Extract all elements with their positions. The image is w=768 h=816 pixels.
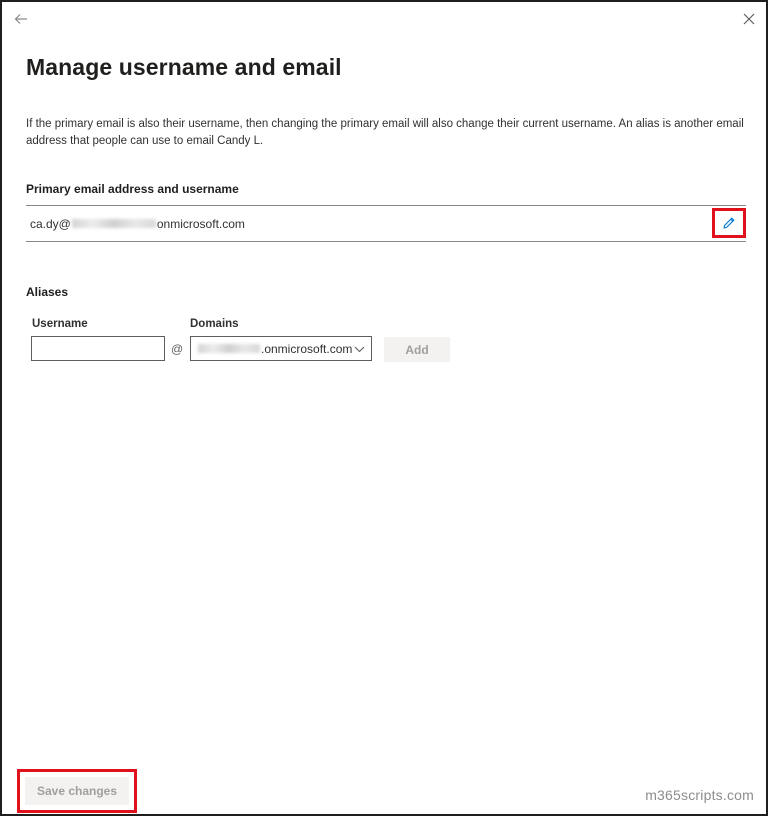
close-icon — [743, 13, 755, 25]
chevron-down-icon — [354, 346, 364, 352]
domain-dropdown[interactable]: .onmicrosoft.com — [190, 336, 372, 361]
primary-email-label: Primary email address and username — [26, 182, 239, 196]
save-changes-button[interactable]: Save changes — [25, 777, 129, 805]
alias-username-input[interactable] — [31, 336, 165, 361]
domain-selected-value: .onmicrosoft.com — [261, 341, 353, 356]
primary-email-suffix: onmicrosoft.com — [156, 216, 245, 231]
watermark: m365scripts.com — [645, 787, 754, 803]
close-button[interactable] — [738, 8, 760, 30]
redacted-domain — [71, 219, 156, 228]
dropdown-chevron — [353, 343, 365, 355]
primary-email-value: ca.dy@ onmicrosoft.com — [26, 217, 245, 231]
redacted-domain — [198, 344, 260, 353]
manage-username-panel: Manage username and email If the primary… — [0, 0, 768, 816]
primary-email-prefix: ca.dy@ — [30, 216, 71, 231]
pencil-icon — [723, 217, 735, 229]
save-changes-highlight: Save changes — [17, 769, 137, 813]
panel-description: If the primary email is also their usern… — [26, 118, 744, 147]
at-symbol: @ — [171, 342, 184, 356]
aliases-label: Aliases — [26, 285, 69, 299]
edit-primary-email-button[interactable] — [712, 208, 746, 238]
alias-domains-label: Domains — [190, 318, 239, 330]
alias-username-label: Username — [32, 318, 88, 330]
panel-title: Manage username and email — [26, 54, 342, 80]
back-button[interactable] — [10, 8, 32, 30]
add-alias-button[interactable]: Add — [384, 337, 450, 362]
primary-email-field: ca.dy@ onmicrosoft.com — [26, 205, 746, 242]
back-arrow-icon — [14, 14, 27, 24]
